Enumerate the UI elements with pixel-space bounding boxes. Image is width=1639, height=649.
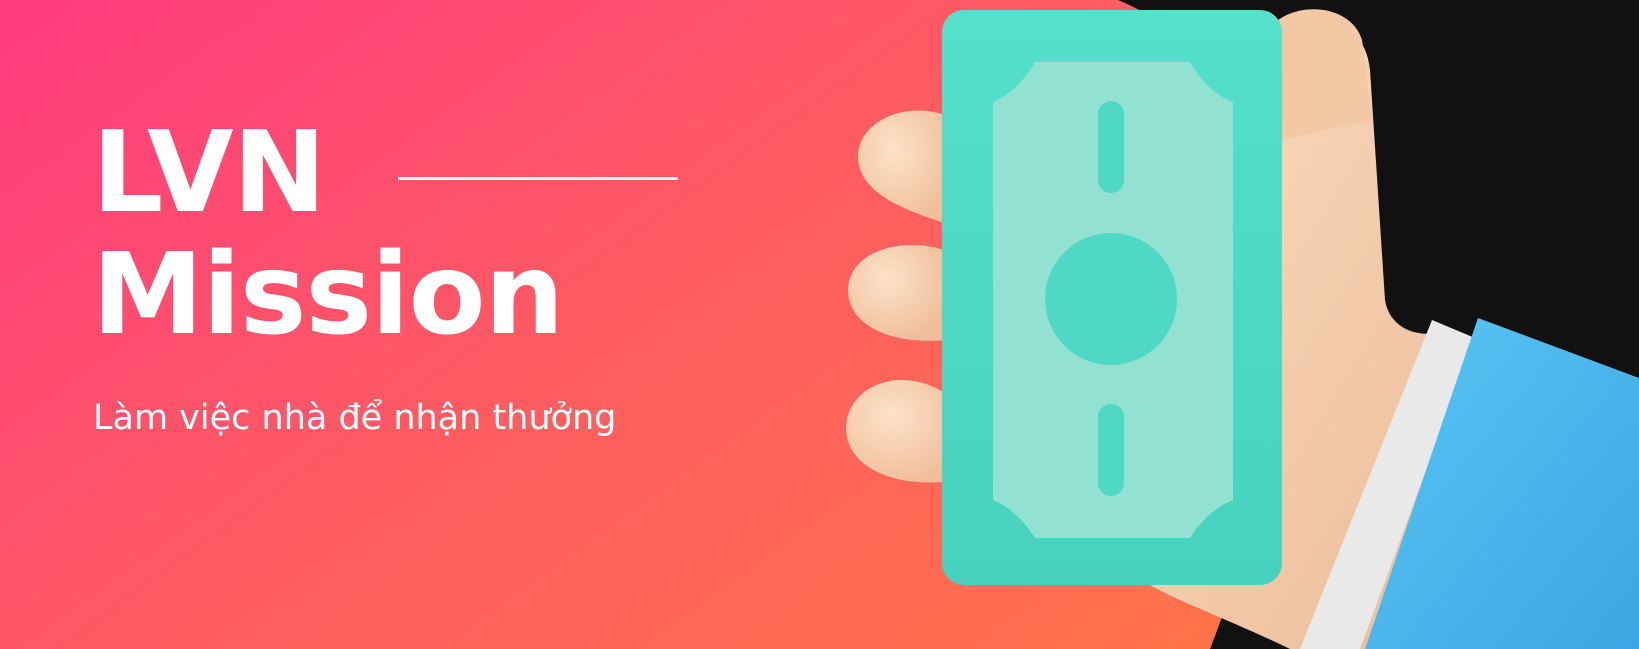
banknote-top-bar [1098,101,1124,193]
banknote-icon [942,10,1282,585]
thumb-shape [1268,9,1372,141]
title-line-2: Mission [92,230,564,360]
page-title: LVN Mission [92,108,564,360]
banknote-center-circle [1045,233,1177,365]
banknote-bottom-bar [1098,404,1124,496]
title-line-1: LVN [92,108,326,238]
hero-banner: LVN Mission Làm việc nhà để nhận thưởng [0,0,1639,649]
subtitle: Làm việc nhà để nhận thưởng [93,398,617,438]
title-divider [398,177,678,180]
